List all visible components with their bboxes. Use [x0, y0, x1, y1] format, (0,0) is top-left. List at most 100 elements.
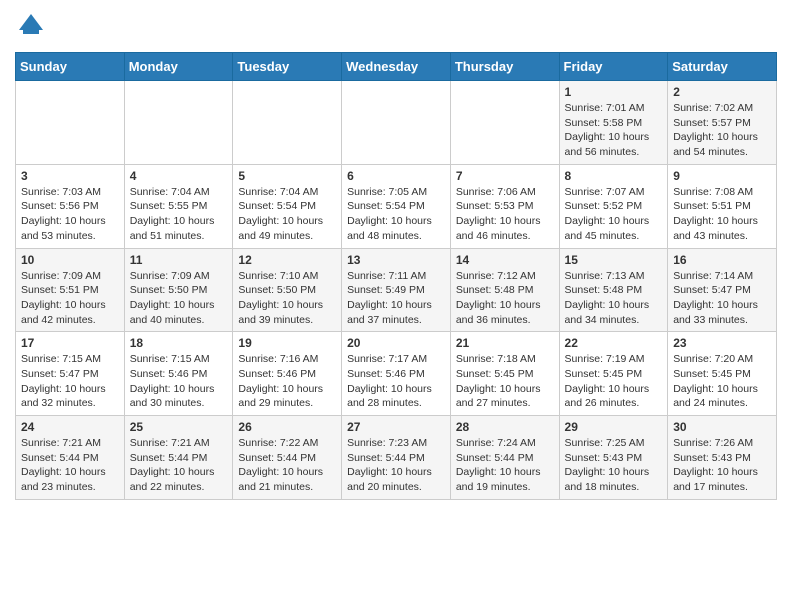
- day-info: Sunrise: 7:07 AM Sunset: 5:52 PM Dayligh…: [565, 185, 663, 244]
- week-row-5: 24 Sunrise: 7:21 AM Sunset: 5:44 PM Dayli…: [16, 416, 777, 500]
- calendar-cell: 30Sunrise: 7:26 AM Sunset: 5:43 PM Dayli…: [668, 416, 777, 500]
- day-number: 6: [347, 169, 445, 183]
- calendar-cell: 15 Sunrise: 7:13 AM Sunset: 5:48 PM Dayli…: [559, 248, 668, 332]
- day-info: Sunrise: 7:16 AM Sunset: 5:46 PM Dayligh…: [238, 352, 336, 411]
- day-number: 24: [21, 420, 119, 434]
- page-header: [15, 10, 777, 42]
- day-number: 8: [565, 169, 663, 183]
- day-number: 5: [238, 169, 336, 183]
- calendar-cell: 17Sunrise: 7:15 AM Sunset: 5:47 PM Dayli…: [16, 332, 125, 416]
- day-info: Sunrise: 7:17 AM Sunset: 5:46 PM Dayligh…: [347, 352, 445, 411]
- calendar-cell: 8 Sunrise: 7:07 AM Sunset: 5:52 PM Daylig…: [559, 164, 668, 248]
- calendar-table: SundayMondayTuesdayWednesdayThursdayFrid…: [15, 52, 777, 500]
- day-info: Sunrise: 7:20 AM Sunset: 5:45 PM Dayligh…: [673, 352, 771, 411]
- day-info: Sunrise: 7:04 AM Sunset: 5:55 PM Dayligh…: [130, 185, 228, 244]
- day-number: 29: [565, 420, 663, 434]
- day-info: Sunrise: 7:08 AM Sunset: 5:51 PM Dayligh…: [673, 185, 771, 244]
- day-number: 19: [238, 336, 336, 350]
- day-info: Sunrise: 7:18 AM Sunset: 5:45 PM Dayligh…: [456, 352, 554, 411]
- calendar-cell: 27 Sunrise: 7:23 AM Sunset: 5:44 PM Dayli…: [342, 416, 451, 500]
- day-number: 3: [21, 169, 119, 183]
- weekday-header-friday: Friday: [559, 53, 668, 81]
- day-info: Sunrise: 7:24 AM Sunset: 5:44 PM Dayligh…: [456, 436, 554, 495]
- day-number: 25: [130, 420, 228, 434]
- calendar-cell: 1 Sunrise: 7:01 AM Sunset: 5:58 PM Daylig…: [559, 81, 668, 165]
- day-info: Sunrise: 7:21 AM Sunset: 5:44 PM Dayligh…: [130, 436, 228, 495]
- day-info: Sunrise: 7:15 AM Sunset: 5:46 PM Dayligh…: [130, 352, 228, 411]
- weekday-header-monday: Monday: [124, 53, 233, 81]
- week-row-3: 10 Sunrise: 7:09 AM Sunset: 5:51 PM Dayli…: [16, 248, 777, 332]
- day-info: Sunrise: 7:23 AM Sunset: 5:44 PM Dayligh…: [347, 436, 445, 495]
- day-info: Sunrise: 7:05 AM Sunset: 5:54 PM Dayligh…: [347, 185, 445, 244]
- calendar-cell: 29 Sunrise: 7:25 AM Sunset: 5:43 PM Dayli…: [559, 416, 668, 500]
- logo-icon: [15, 10, 47, 42]
- day-info: Sunrise: 7:04 AM Sunset: 5:54 PM Dayligh…: [238, 185, 336, 244]
- day-number: 12: [238, 253, 336, 267]
- logo: [15, 10, 51, 42]
- day-info: Sunrise: 7:19 AM Sunset: 5:45 PM Dayligh…: [565, 352, 663, 411]
- day-number: 13: [347, 253, 445, 267]
- day-number: 22: [565, 336, 663, 350]
- week-row-2: 3 Sunrise: 7:03 AM Sunset: 5:56 PM Daylig…: [16, 164, 777, 248]
- day-info: Sunrise: 7:02 AM Sunset: 5:57 PM Dayligh…: [673, 101, 771, 160]
- day-info: Sunrise: 7:26 AM Sunset: 5:43 PM Dayligh…: [673, 436, 771, 495]
- calendar-cell: 13 Sunrise: 7:11 AM Sunset: 5:49 PM Dayli…: [342, 248, 451, 332]
- weekday-header-wednesday: Wednesday: [342, 53, 451, 81]
- day-number: 7: [456, 169, 554, 183]
- calendar-cell: [342, 81, 451, 165]
- calendar-cell: 6 Sunrise: 7:05 AM Sunset: 5:54 PM Daylig…: [342, 164, 451, 248]
- day-info: Sunrise: 7:22 AM Sunset: 5:44 PM Dayligh…: [238, 436, 336, 495]
- calendar-cell: 16 Sunrise: 7:14 AM Sunset: 5:47 PM Dayli…: [668, 248, 777, 332]
- calendar-cell: 12 Sunrise: 7:10 AM Sunset: 5:50 PM Dayli…: [233, 248, 342, 332]
- calendar-cell: 18 Sunrise: 7:15 AM Sunset: 5:46 PM Dayli…: [124, 332, 233, 416]
- day-info: Sunrise: 7:12 AM Sunset: 5:48 PM Dayligh…: [456, 269, 554, 328]
- day-number: 21: [456, 336, 554, 350]
- day-number: 1: [565, 85, 663, 99]
- day-number: 10: [21, 253, 119, 267]
- calendar-cell: 23 Sunrise: 7:20 AM Sunset: 5:45 PM Dayli…: [668, 332, 777, 416]
- day-info: Sunrise: 7:21 AM Sunset: 5:44 PM Dayligh…: [21, 436, 119, 495]
- calendar-cell: 14 Sunrise: 7:12 AM Sunset: 5:48 PM Dayli…: [450, 248, 559, 332]
- calendar-cell: 2 Sunrise: 7:02 AM Sunset: 5:57 PM Daylig…: [668, 81, 777, 165]
- calendar-cell: 24 Sunrise: 7:21 AM Sunset: 5:44 PM Dayli…: [16, 416, 125, 500]
- calendar-cell: 9 Sunrise: 7:08 AM Sunset: 5:51 PM Daylig…: [668, 164, 777, 248]
- day-info: Sunrise: 7:10 AM Sunset: 5:50 PM Dayligh…: [238, 269, 336, 328]
- day-number: 16: [673, 253, 771, 267]
- day-info: Sunrise: 7:03 AM Sunset: 5:56 PM Dayligh…: [21, 185, 119, 244]
- calendar-cell: 3 Sunrise: 7:03 AM Sunset: 5:56 PM Daylig…: [16, 164, 125, 248]
- calendar-cell: 10 Sunrise: 7:09 AM Sunset: 5:51 PM Dayli…: [16, 248, 125, 332]
- calendar-cell: 21 Sunrise: 7:18 AM Sunset: 5:45 PM Dayli…: [450, 332, 559, 416]
- day-number: 17: [21, 336, 119, 350]
- weekday-header-sunday: Sunday: [16, 53, 125, 81]
- day-number: 15: [565, 253, 663, 267]
- calendar-cell: 22 Sunrise: 7:19 AM Sunset: 5:45 PM Dayli…: [559, 332, 668, 416]
- calendar-cell: 5 Sunrise: 7:04 AM Sunset: 5:54 PM Daylig…: [233, 164, 342, 248]
- day-info: Sunrise: 7:11 AM Sunset: 5:49 PM Dayligh…: [347, 269, 445, 328]
- weekday-header-saturday: Saturday: [668, 53, 777, 81]
- day-number: 23: [673, 336, 771, 350]
- calendar-cell: [233, 81, 342, 165]
- day-info: Sunrise: 7:13 AM Sunset: 5:48 PM Dayligh…: [565, 269, 663, 328]
- weekday-header-thursday: Thursday: [450, 53, 559, 81]
- day-info: Sunrise: 7:25 AM Sunset: 5:43 PM Dayligh…: [565, 436, 663, 495]
- day-info: Sunrise: 7:01 AM Sunset: 5:58 PM Dayligh…: [565, 101, 663, 160]
- calendar-cell: 28 Sunrise: 7:24 AM Sunset: 5:44 PM Dayli…: [450, 416, 559, 500]
- day-info: Sunrise: 7:09 AM Sunset: 5:51 PM Dayligh…: [21, 269, 119, 328]
- day-number: 14: [456, 253, 554, 267]
- day-number: 26: [238, 420, 336, 434]
- day-info: Sunrise: 7:14 AM Sunset: 5:47 PM Dayligh…: [673, 269, 771, 328]
- calendar-cell: [16, 81, 125, 165]
- week-row-1: 1 Sunrise: 7:01 AM Sunset: 5:58 PM Daylig…: [16, 81, 777, 165]
- day-info: Sunrise: 7:06 AM Sunset: 5:53 PM Dayligh…: [456, 185, 554, 244]
- calendar-cell: [124, 81, 233, 165]
- calendar-cell: 26 Sunrise: 7:22 AM Sunset: 5:44 PM Dayli…: [233, 416, 342, 500]
- day-number: 9: [673, 169, 771, 183]
- day-number: 2: [673, 85, 771, 99]
- day-number: 18: [130, 336, 228, 350]
- week-row-4: 17Sunrise: 7:15 AM Sunset: 5:47 PM Dayli…: [16, 332, 777, 416]
- calendar-cell: 11Sunrise: 7:09 AM Sunset: 5:50 PM Dayli…: [124, 248, 233, 332]
- day-number: 28: [456, 420, 554, 434]
- calendar-cell: [450, 81, 559, 165]
- day-number: 27: [347, 420, 445, 434]
- weekday-header-tuesday: Tuesday: [233, 53, 342, 81]
